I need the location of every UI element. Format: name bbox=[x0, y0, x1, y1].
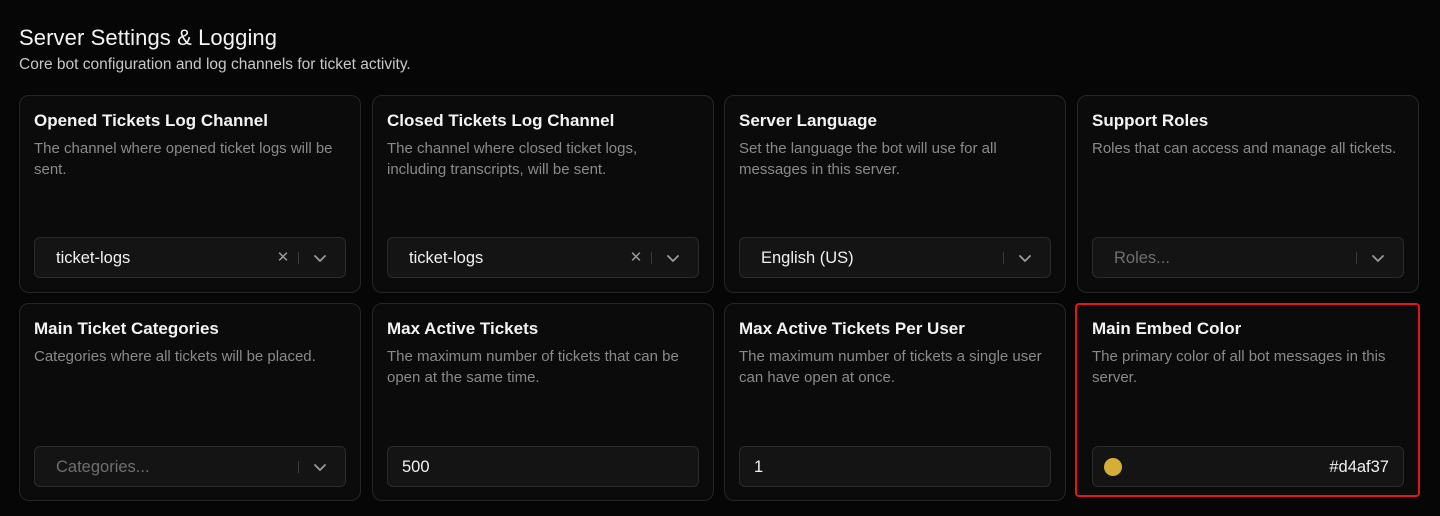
max-active-per-user-card: Max Active Tickets Per User The maximum … bbox=[724, 303, 1066, 501]
card-description: The maximum number of tickets a single u… bbox=[739, 348, 1042, 386]
card-description: Set the language the bot will use for al… bbox=[739, 140, 997, 178]
support-roles-card: Support Roles Roles that can access and … bbox=[1077, 95, 1419, 293]
card-title: Support Roles bbox=[1092, 111, 1209, 130]
roles-placeholder: Roles... bbox=[1114, 249, 1170, 267]
card-description: Roles that can access and manage all tic… bbox=[1092, 140, 1397, 157]
card-description: The channel where opened ticket logs wil… bbox=[34, 140, 333, 178]
max-active-tickets-input[interactable]: 500 bbox=[387, 446, 699, 487]
card-title: Closed Tickets Log Channel bbox=[387, 111, 615, 130]
main-embed-color-card: Main Embed Color The primary color of al… bbox=[1075, 303, 1420, 497]
main-ticket-categories-card: Main Ticket Categories Categories where … bbox=[19, 303, 361, 501]
opened-tickets-log-card: Opened Tickets Log Channel The channel w… bbox=[19, 95, 361, 293]
chevron-down-icon[interactable] bbox=[666, 251, 680, 265]
select-divider bbox=[298, 461, 299, 473]
input-value: 500 bbox=[402, 458, 430, 476]
closed-log-channel-select[interactable]: ticket-logs ✕ bbox=[387, 237, 699, 278]
closed-tickets-log-card: Closed Tickets Log Channel The channel w… bbox=[372, 95, 714, 293]
color-swatch[interactable] bbox=[1104, 458, 1122, 476]
close-icon[interactable]: ✕ bbox=[628, 249, 644, 267]
chevron-down-icon[interactable] bbox=[313, 251, 327, 265]
selected-channel: ticket-logs bbox=[409, 249, 484, 267]
select-divider bbox=[1356, 252, 1357, 264]
card-title: Main Ticket Categories bbox=[34, 319, 219, 338]
card-title: Max Active Tickets bbox=[387, 319, 539, 338]
server-settings-panel: Server Settings & Logging Core bot confi… bbox=[0, 0, 1440, 516]
server-language-card: Server Language Set the language the bot… bbox=[724, 95, 1066, 293]
selected-channel: ticket-logs bbox=[56, 249, 131, 267]
card-description: The channel where closed ticket logs, in… bbox=[387, 140, 638, 178]
card-description: Categories where all tickets will be pla… bbox=[34, 348, 316, 365]
chevron-down-icon[interactable] bbox=[1018, 251, 1032, 265]
selected-language: English (US) bbox=[761, 249, 854, 267]
chevron-down-icon[interactable] bbox=[1371, 251, 1385, 265]
card-description: The maximum number of tickets that can b… bbox=[387, 348, 679, 386]
server-language-select[interactable]: English (US) bbox=[739, 237, 1051, 278]
ticket-categories-select[interactable]: Categories... bbox=[34, 446, 346, 487]
card-title: Max Active Tickets Per User bbox=[739, 319, 965, 338]
card-title: Opened Tickets Log Channel bbox=[34, 111, 268, 130]
max-tickets-per-user-input[interactable]: 1 bbox=[739, 446, 1051, 487]
close-icon[interactable]: ✕ bbox=[275, 249, 291, 267]
select-divider bbox=[651, 252, 652, 264]
card-title: Server Language bbox=[739, 111, 877, 130]
color-hex-value: #d4af37 bbox=[1329, 458, 1389, 476]
select-divider bbox=[298, 252, 299, 264]
input-value: 1 bbox=[754, 458, 764, 476]
categories-placeholder: Categories... bbox=[56, 458, 150, 476]
card-title: Main Embed Color bbox=[1092, 319, 1242, 338]
section-subtitle: Core bot configuration and log channels … bbox=[19, 56, 411, 73]
select-divider bbox=[1003, 252, 1004, 264]
embed-color-picker[interactable]: #d4af37 bbox=[1092, 446, 1404, 487]
card-description: The primary color of all bot messages in… bbox=[1092, 348, 1386, 386]
chevron-down-icon[interactable] bbox=[313, 460, 327, 474]
support-roles-select[interactable]: Roles... bbox=[1092, 237, 1404, 278]
opened-log-channel-select[interactable]: ticket-logs ✕ bbox=[34, 237, 346, 278]
max-active-tickets-card: Max Active Tickets The maximum number of… bbox=[372, 303, 714, 501]
section-title: Server Settings & Logging bbox=[19, 25, 278, 50]
